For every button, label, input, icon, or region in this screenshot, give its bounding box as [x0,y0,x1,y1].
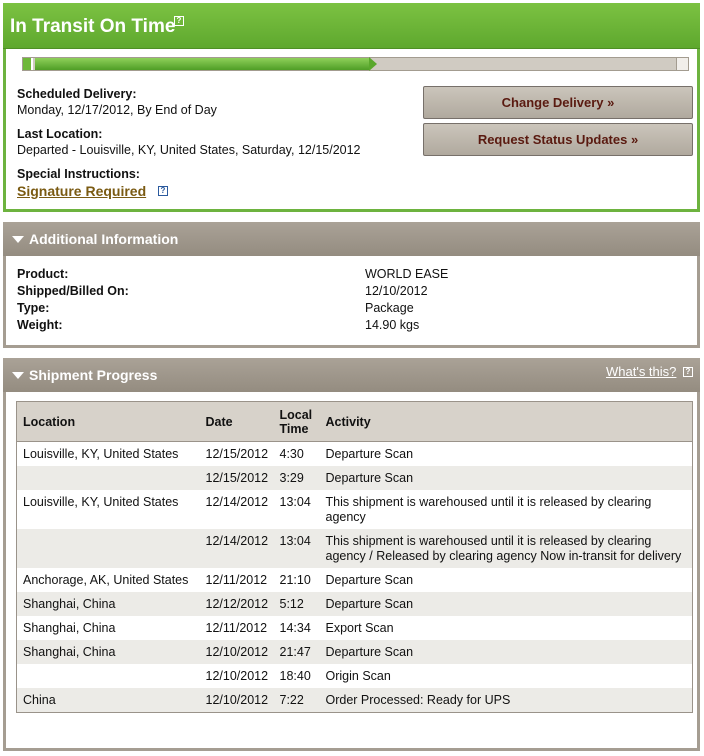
transit-status-panel: In Transit On Time ? Scheduled Delivery:… [3,3,700,212]
product-value: WORLD EASE [365,267,449,281]
additional-information-header[interactable]: Additional Information [3,222,700,256]
row-date: 12/15/2012 [201,441,276,466]
row-location: Shanghai, China [16,640,202,664]
scheduled-delivery-value: Monday, 12/17/2012, By End of Day [17,103,217,117]
row-activity: Export Scan [319,616,693,640]
row-date: 12/10/2012 [201,640,276,664]
row-date: 12/14/2012 [201,490,276,529]
additional-information-title: Additional Information [29,231,179,247]
transit-header: In Transit On Time ? [3,3,700,49]
row-activity: This shipment is warehoused until it is … [319,529,693,568]
row-time: 4:30 [275,441,320,466]
delivery-progress-bar [22,57,689,71]
row-time: 14:34 [275,616,320,640]
transit-status-title: In Transit On Time [10,16,176,37]
collapse-triangle-icon[interactable] [12,236,24,243]
table-row: 12/10/2012 18:40 Origin Scan [16,664,693,688]
column-header-local-time: Local Time [275,401,320,442]
change-delivery-button[interactable]: Change Delivery » [423,86,693,119]
table-header-row: Location Date Local Time Activity [16,401,693,442]
column-header-location: Location [16,401,202,442]
row-activity: Departure Scan [319,466,693,490]
help-icon[interactable]: ? [683,367,693,377]
row-location: China [16,688,202,713]
row-activity: Departure Scan [319,592,693,616]
row-date: 12/12/2012 [201,592,276,616]
table-row: Anchorage, AK, United States 12/11/2012 … [16,568,693,592]
weight-value: 14.90 kgs [365,318,420,332]
signature-help-icon[interactable]: ? [158,186,168,196]
table-row: Shanghai, China 12/11/2012 14:34 Export … [16,616,693,640]
last-location-label: Last Location: [17,127,103,141]
scheduled-delivery-label: Scheduled Delivery: [17,87,137,101]
row-time: 5:12 [275,592,320,616]
row-time: 18:40 [275,664,320,688]
progress-fill [35,58,369,70]
row-time: 3:29 [275,466,320,490]
row-date: 12/10/2012 [201,664,276,688]
table-row: Shanghai, China 12/12/2012 5:12 Departur… [16,592,693,616]
table-row: Shanghai, China 12/10/2012 21:47 Departu… [16,640,693,664]
row-location: Shanghai, China [16,616,202,640]
column-header-local: Local [279,407,313,422]
type-value: Package [365,301,414,315]
additional-information-panel: Additional Information Product: WORLD EA… [3,222,700,348]
shipped-billed-label: Shipped/Billed On: [17,284,129,298]
row-location [16,664,202,688]
special-instructions-label: Special Instructions: [17,167,140,181]
row-location [16,466,202,490]
row-time: 13:04 [275,490,320,529]
shipment-progress-header[interactable]: Shipment Progress What's this? ? [3,358,700,392]
product-label: Product: [17,267,69,281]
row-date: 12/11/2012 [201,568,276,592]
table-row: 12/14/2012 13:04 This shipment is wareho… [16,529,693,568]
column-header-time: Time [279,421,309,436]
row-time: 7:22 [275,688,320,713]
shipment-progress-title: Shipment Progress [29,367,158,383]
weight-label: Weight: [17,318,63,332]
progress-arrow-icon [369,57,377,71]
row-activity: Departure Scan [319,640,693,664]
shipment-progress-table: Location Date Local Time Activity Louisv… [16,401,693,713]
table-row: Louisville, KY, United States 12/15/2012… [16,441,693,466]
row-date: 12/14/2012 [201,529,276,568]
table-row: China 12/10/2012 7:22 Order Processed: R… [16,688,693,713]
row-location: Louisville, KY, United States [16,490,202,529]
request-status-updates-button[interactable]: Request Status Updates » [423,123,693,156]
help-icon[interactable]: ? [174,16,184,26]
row-date: 12/10/2012 [201,688,276,713]
row-time: 21:47 [275,640,320,664]
row-location [16,529,202,568]
shipment-progress-panel: Shipment Progress What's this? ? Locatio… [3,358,700,751]
row-date: 12/11/2012 [201,616,276,640]
row-location: Anchorage, AK, United States [16,568,202,592]
last-location-value: Departed - Louisville, KY, United States… [17,143,361,157]
row-activity: Departure Scan [319,441,693,466]
table-row: 12/15/2012 3:29 Departure Scan [16,466,693,490]
row-location: Shanghai, China [16,592,202,616]
row-activity: This shipment is warehoused until it is … [319,490,693,529]
progress-end-segment [676,58,688,70]
row-location: Louisville, KY, United States [16,441,202,466]
row-activity: Departure Scan [319,568,693,592]
column-header-activity: Activity [319,401,693,442]
table-row: Louisville, KY, United States 12/14/2012… [16,490,693,529]
column-header-date: Date [201,401,276,442]
row-time: 21:10 [275,568,320,592]
row-activity: Order Processed: Ready for UPS [319,688,693,713]
progress-start-segment [23,58,33,70]
whats-this-link[interactable]: What's this? [606,364,676,379]
row-time: 13:04 [275,529,320,568]
signature-required-link[interactable]: Signature Required [17,183,146,199]
row-activity: Origin Scan [319,664,693,688]
type-label: Type: [17,301,50,315]
collapse-triangle-icon[interactable] [12,372,24,379]
shipped-billed-value: 12/10/2012 [365,284,428,298]
row-date: 12/15/2012 [201,466,276,490]
